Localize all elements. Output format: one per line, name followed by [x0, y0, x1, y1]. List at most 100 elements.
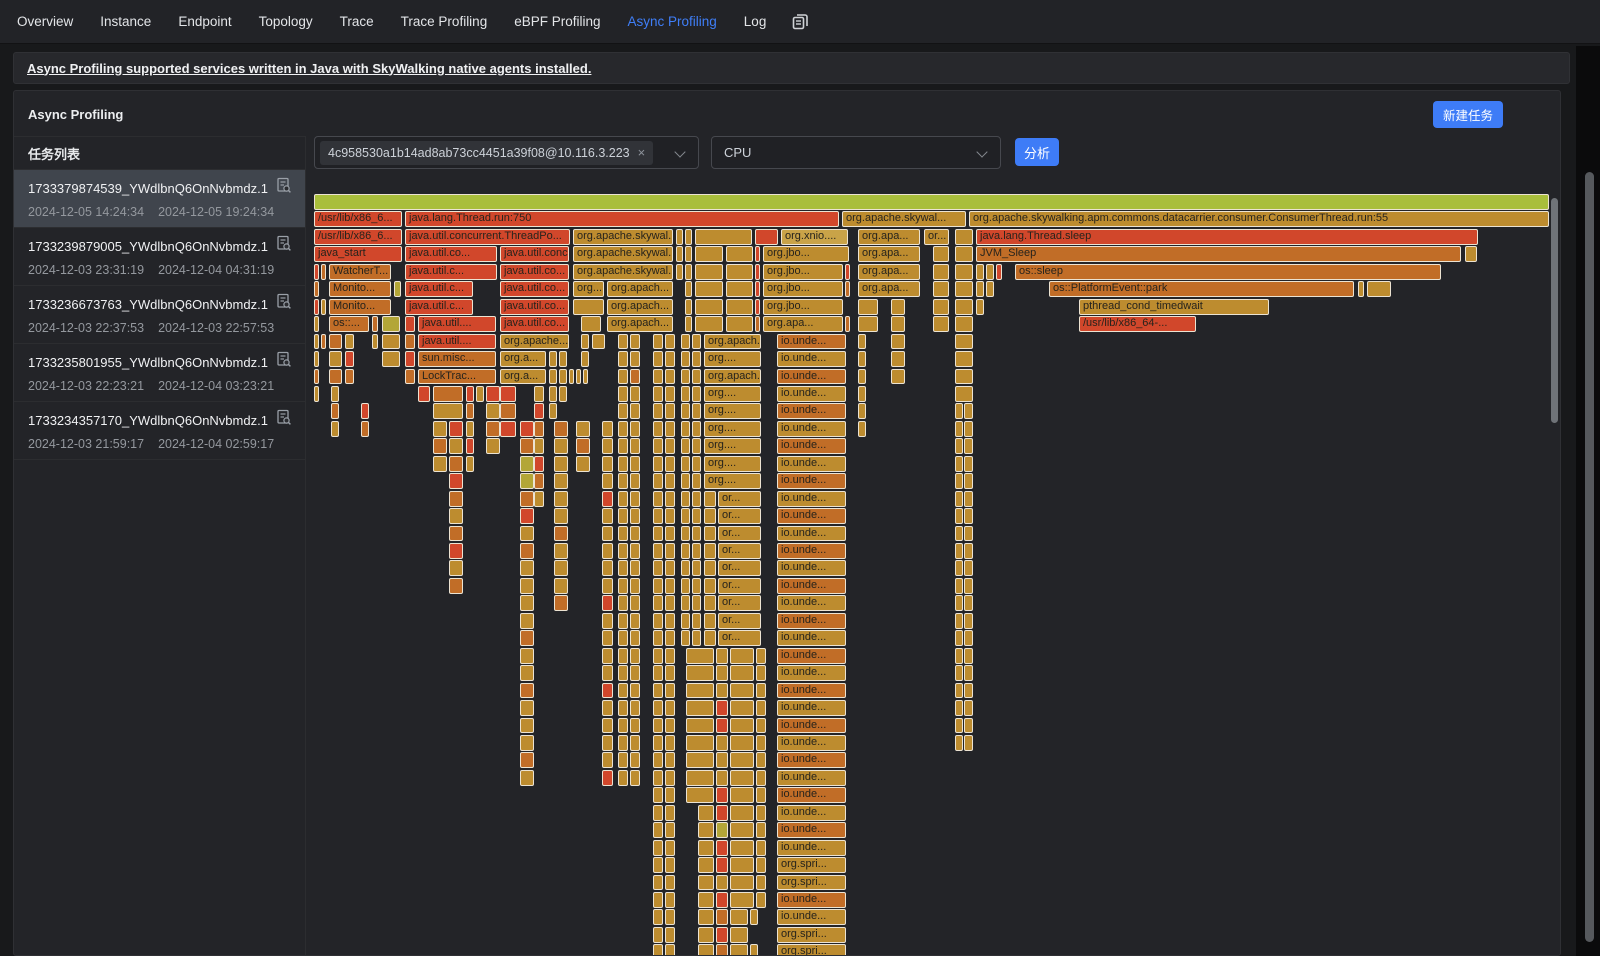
flame-bar[interactable] — [716, 770, 728, 786]
flame-bar[interactable]: or... — [718, 491, 761, 507]
new-task-button[interactable]: 新建任务 — [1433, 101, 1503, 128]
page-scrollbar-thumb[interactable] — [1585, 172, 1594, 942]
flame-bar[interactable] — [559, 386, 567, 402]
flame-bar[interactable] — [602, 752, 613, 768]
flame-bar[interactable] — [858, 316, 878, 332]
flame-bar[interactable] — [698, 805, 714, 821]
flame-bar[interactable] — [730, 648, 754, 664]
flame-bar[interactable]: io.unde... — [777, 665, 846, 681]
flame-bar[interactable] — [618, 543, 628, 559]
flame-bar[interactable] — [466, 403, 474, 419]
flame-bar[interactable] — [665, 351, 675, 367]
flame-bar[interactable] — [964, 403, 973, 419]
flame-bar[interactable] — [653, 386, 663, 402]
flame-bar[interactable] — [630, 752, 640, 768]
flame-bar[interactable] — [449, 508, 463, 524]
flame-bar[interactable] — [681, 630, 690, 646]
flame-bar[interactable] — [602, 578, 613, 594]
flame-bar[interactable] — [692, 560, 701, 576]
flame-bar[interactable] — [955, 438, 963, 454]
flame-bar[interactable] — [653, 752, 663, 768]
flame-bar[interactable] — [716, 665, 728, 681]
flame-bar[interactable] — [520, 526, 534, 542]
flame-bar[interactable] — [955, 473, 963, 489]
flame-bar[interactable] — [534, 421, 544, 437]
flame-bar[interactable]: os::... — [329, 316, 369, 332]
flame-bar[interactable]: io.unde... — [777, 351, 846, 367]
flame-bar[interactable]: WatcherT... — [329, 264, 391, 280]
tab-log[interactable]: Log — [744, 14, 767, 29]
flame-bar[interactable] — [933, 316, 949, 332]
flame-bar[interactable] — [665, 944, 675, 956]
flame-bar[interactable] — [755, 246, 760, 262]
flame-bar[interactable] — [653, 456, 663, 472]
flame-bar[interactable] — [730, 665, 754, 681]
flame-bar[interactable] — [685, 246, 692, 262]
flame-bar[interactable] — [726, 264, 753, 280]
flame-bar[interactable] — [704, 560, 716, 576]
flame-bar[interactable] — [716, 648, 728, 664]
flame-bar[interactable] — [630, 386, 640, 402]
flame-bar[interactable] — [520, 683, 534, 699]
flame-bar[interactable] — [549, 403, 557, 419]
flame-bar[interactable]: org.apa... — [763, 316, 843, 332]
flame-bar[interactable] — [576, 369, 581, 385]
tab-topology[interactable]: Topology — [259, 14, 313, 29]
flame-bar[interactable] — [665, 473, 675, 489]
flame-bar[interactable] — [372, 316, 378, 332]
flame-bar[interactable]: io.unde... — [777, 421, 846, 437]
flame-bar[interactable] — [314, 351, 319, 367]
flame-bar[interactable] — [569, 369, 574, 385]
flame-bar[interactable]: org.... — [704, 386, 761, 402]
flame-bar[interactable] — [964, 613, 973, 629]
flame-bar[interactable] — [756, 857, 766, 873]
flame-bar[interactable] — [756, 787, 766, 803]
flame-bar[interactable]: JVM_Sleep — [976, 246, 1461, 262]
flame-bar[interactable] — [1358, 281, 1364, 297]
flame-bar[interactable] — [750, 944, 758, 956]
flame-bar[interactable] — [581, 351, 589, 367]
flame-bar[interactable]: org.apache.skywal... — [573, 246, 673, 262]
flame-bar[interactable] — [602, 438, 613, 454]
flame-bar[interactable] — [618, 560, 628, 576]
tab-ebpf-profiling[interactable]: eBPF Profiling — [514, 14, 600, 29]
flame-bar[interactable] — [554, 595, 568, 611]
flame-bar[interactable] — [630, 508, 640, 524]
flame-bar[interactable]: io.unde... — [777, 526, 846, 542]
flame-bar[interactable] — [695, 246, 723, 262]
flame-bar[interactable] — [698, 822, 714, 838]
flame-bar[interactable] — [653, 543, 663, 559]
flame-bar[interactable] — [576, 438, 590, 454]
flame-bar[interactable] — [630, 613, 640, 629]
flame-bar[interactable] — [665, 718, 675, 734]
flame-bar[interactable]: org.apach... — [704, 334, 761, 350]
flame-bar[interactable] — [665, 892, 675, 908]
flame-bar[interactable] — [653, 648, 663, 664]
task-log-icon[interactable] — [276, 177, 292, 199]
flame-bar[interactable]: org.... — [704, 351, 761, 367]
flame-bar[interactable] — [520, 752, 534, 768]
flame-bar[interactable] — [653, 351, 663, 367]
flame-bar[interactable] — [686, 700, 714, 716]
notice-link[interactable]: Async Profiling supported services writt… — [27, 61, 591, 76]
flame-bar[interactable] — [730, 909, 748, 925]
flame-bar[interactable] — [681, 456, 690, 472]
flame-bar[interactable] — [730, 857, 754, 873]
flame-bar[interactable] — [618, 369, 628, 385]
flame-bar[interactable] — [314, 264, 319, 280]
flame-bar[interactable] — [692, 473, 701, 489]
flame-bar[interactable] — [549, 369, 557, 385]
flame-bar[interactable]: org.... — [573, 281, 604, 297]
flame-bar[interactable] — [964, 508, 973, 524]
task-item[interactable]: 1733234357170_YWdlbnQ6OnNvbmdz.12024-12-… — [14, 402, 305, 460]
flame-bar[interactable] — [630, 334, 640, 350]
flame-bar[interactable] — [520, 665, 534, 681]
flame-bar[interactable] — [653, 787, 663, 803]
flame-bar[interactable] — [730, 735, 754, 751]
flame-bar[interactable] — [618, 334, 628, 350]
flame-bar[interactable]: java.util.concur... — [500, 246, 569, 262]
flame-bar[interactable] — [955, 491, 963, 507]
flame-bar[interactable] — [698, 927, 714, 943]
flame-bar[interactable] — [653, 875, 663, 891]
flame-bar[interactable]: org.apach... — [607, 299, 673, 315]
